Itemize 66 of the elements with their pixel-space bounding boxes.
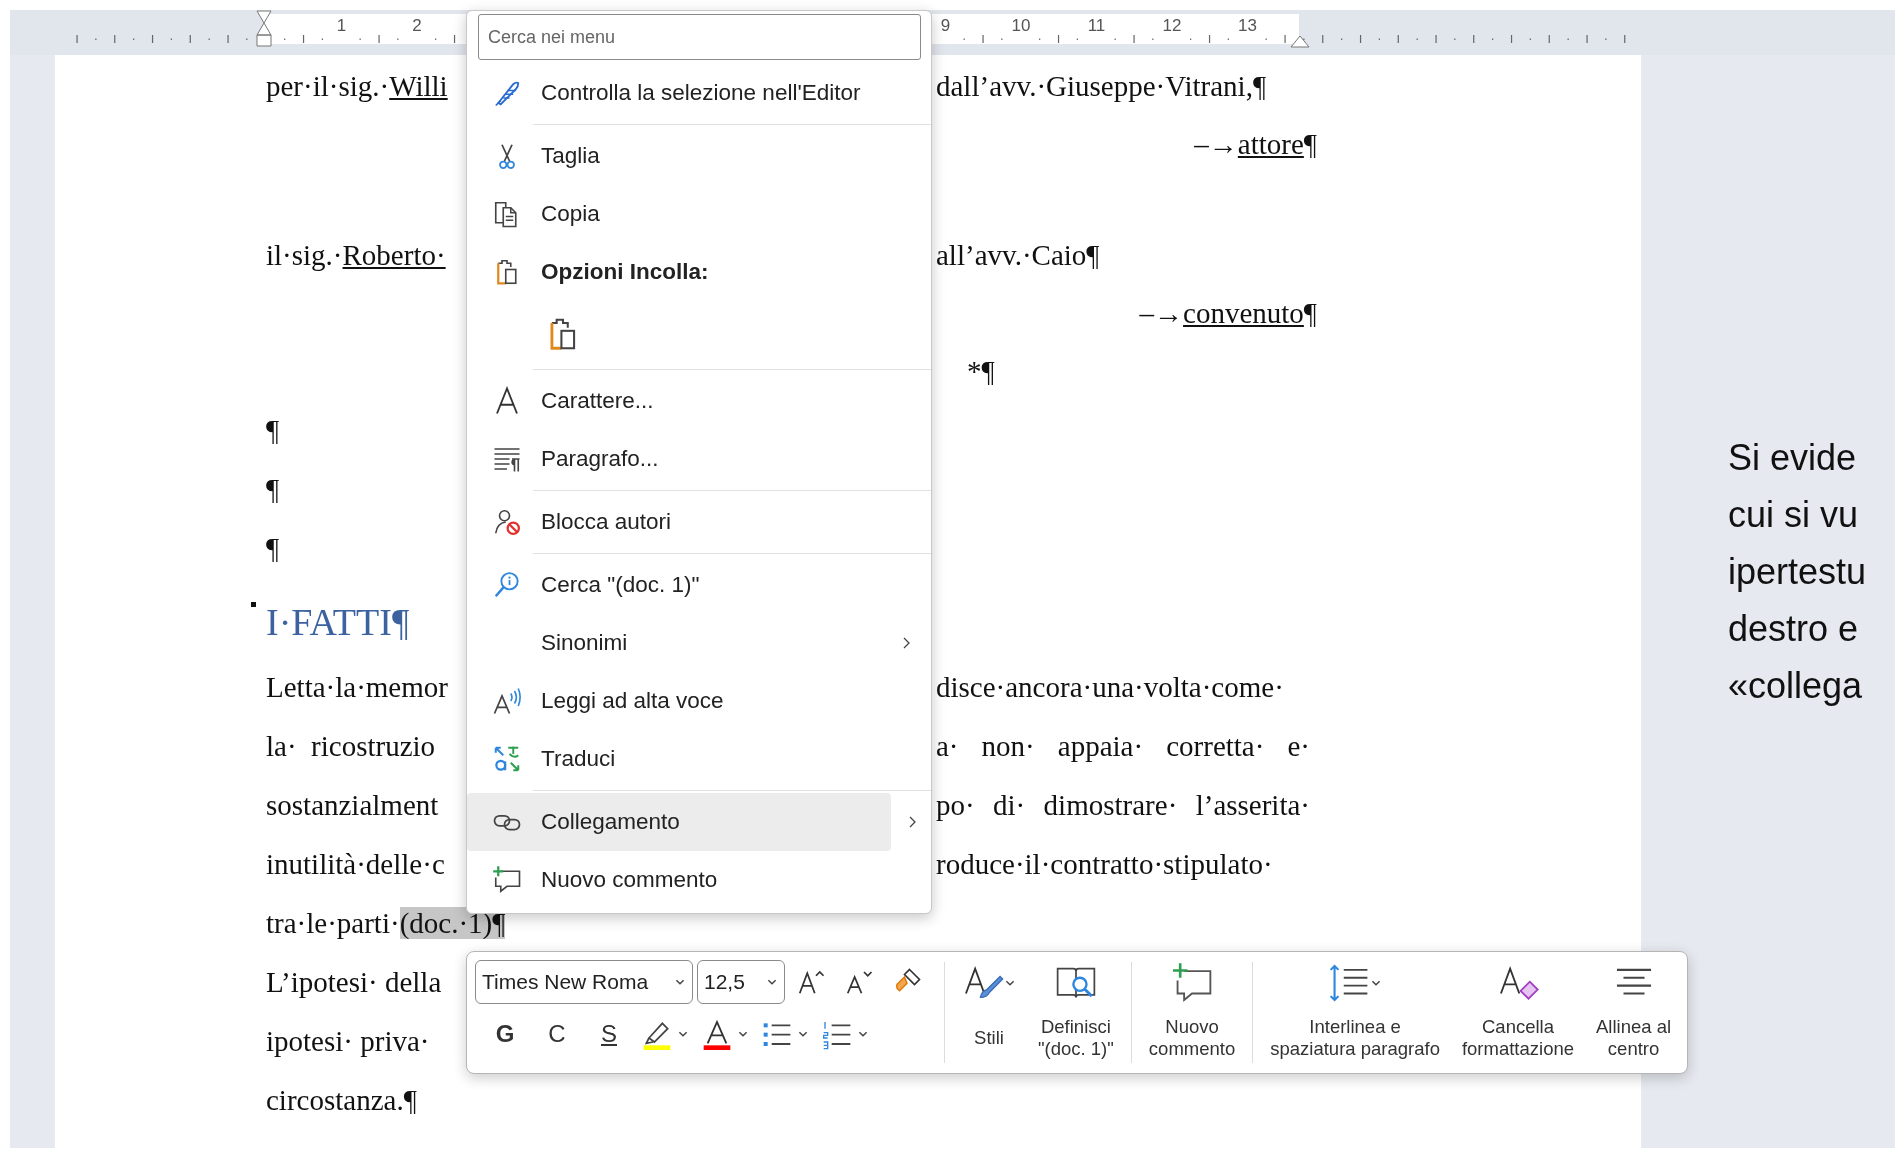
- ruler-number: 9: [939, 16, 952, 36]
- body-text: tra·le·parti·(doc.·1)¶: [266, 907, 506, 939]
- note-text: cui si vu: [1728, 493, 1860, 537]
- styles-button[interactable]: Stili: [951, 958, 1027, 1067]
- body-text: dall’avv.·Giuseppe·Vitrani,¶: [936, 69, 1267, 102]
- comment-add-icon: [492, 865, 522, 895]
- body-text: ¶: [266, 473, 280, 505]
- menu-section-header: Opzioni Incolla:: [541, 259, 709, 285]
- body-text: sostanzialment: [266, 789, 439, 821]
- define-button[interactable]: Definisci "(doc. 1)": [1027, 958, 1125, 1067]
- comment-add-icon: [1171, 962, 1214, 1004]
- body-text: disce·ancora·una·volta·come·: [936, 671, 1285, 704]
- body-text: *¶: [967, 355, 995, 387]
- body-text: a· non· appaia· corretta· e·: [936, 730, 1310, 763]
- body-text: inutilità·delle·c: [266, 848, 445, 880]
- read-aloud-icon: [492, 686, 522, 716]
- search-field[interactable]: Cerca nei menu: [478, 14, 921, 60]
- note-text: destro e: [1728, 607, 1860, 651]
- note-text: ipertestu: [1728, 550, 1868, 594]
- person-blocked-icon: [492, 507, 522, 537]
- line-spacing-button[interactable]: Interlinea e spaziatura paragrafo: [1259, 958, 1451, 1067]
- ruler-number: 12: [1161, 16, 1183, 36]
- paragraph-marker: [251, 602, 256, 607]
- body-text: ¶: [266, 414, 280, 446]
- body-text: L’ipotesi· della: [266, 966, 442, 998]
- menu-item[interactable]: Sinonimi: [467, 614, 927, 672]
- menu-item[interactable]: Nuovo commento: [467, 851, 927, 909]
- font-name-dropdown[interactable]: Times New Roma: [475, 960, 693, 1004]
- menu-item[interactable]: Controlla la selezione nell'Editor: [467, 64, 927, 122]
- body-text: circostanza.¶: [266, 1084, 417, 1116]
- menu-item[interactable]: Copia: [467, 185, 927, 243]
- body-text: all’avv.·Caio¶: [936, 238, 1100, 271]
- body-text: Letta·la·memor: [266, 671, 448, 703]
- italic-button[interactable]: C: [533, 1014, 581, 1054]
- menu-item[interactable]: Leggi ad alta voce: [467, 672, 927, 730]
- menu-item[interactable]: Taglia: [467, 127, 927, 185]
- align-center-button[interactable]: Allinea al centro: [1585, 958, 1683, 1067]
- ruler-number: 11: [1086, 16, 1107, 36]
- note-text: Si evide: [1728, 436, 1858, 480]
- ruler-number: 1: [335, 16, 348, 36]
- body-text: il·sig.·Roberto·: [266, 238, 446, 271]
- menu-item[interactable]: Carattere...: [467, 372, 927, 430]
- menu-item[interactable]: Paragrafo...: [467, 430, 927, 488]
- font-size-dropdown[interactable]: 12,5: [697, 960, 785, 1004]
- menu-item[interactable]: Cerca "(doc. 1)": [467, 556, 927, 614]
- translate-icon: [492, 744, 522, 774]
- heading: I·FATTI¶: [266, 600, 410, 644]
- bold-button[interactable]: G: [481, 1014, 529, 1054]
- body-text: –→convenuto¶: [1139, 296, 1317, 329]
- note-text: «collega: [1728, 664, 1864, 708]
- menu-item[interactable]: Traduci: [467, 730, 927, 788]
- ruler-number: 13: [1237, 16, 1258, 36]
- body-text: –→attore¶: [1194, 127, 1317, 160]
- search-icon: [492, 570, 522, 600]
- underline-button[interactable]: S: [585, 1014, 633, 1054]
- menu-item[interactable]: Blocca autori: [467, 493, 927, 551]
- body-text: po· di· dimostrare· l’asserita·: [936, 789, 1310, 822]
- body-text: ipotesi· priva·: [266, 1025, 430, 1057]
- body-text: per·il·sig.·Willi: [266, 69, 448, 102]
- clear-formatting-button[interactable]: Cancella formattazione: [1450, 958, 1586, 1067]
- ruler-number: 2: [411, 16, 423, 36]
- new-comment-button[interactable]: Nuovo commento: [1137, 958, 1247, 1067]
- ruler-number: 10: [1010, 16, 1032, 36]
- body-text: la· ricostruzio: [266, 730, 436, 762]
- body-text: ¶: [266, 532, 280, 564]
- body-text: roduce·il·contratto·stipulato·: [936, 848, 1274, 881]
